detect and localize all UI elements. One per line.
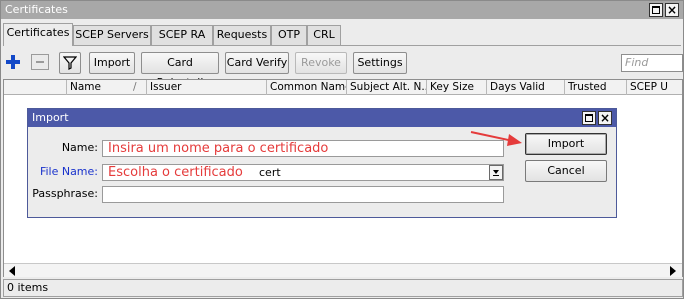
column-header-subject-alt-name[interactable]: Subject Alt. N... [346, 80, 426, 95]
passphrase-field[interactable] [102, 186, 504, 203]
restore-icon[interactable] [582, 111, 596, 125]
minus-icon[interactable] [31, 54, 49, 70]
certificates-window: Certificates × Certificates SCEP Servers… [0, 0, 684, 299]
column-header-trusted[interactable]: Trusted [564, 80, 626, 95]
tab-certificates[interactable]: Certificates [3, 23, 73, 46]
window-title: Certificates [5, 3, 68, 16]
card-reinstall-button[interactable]: Card Reinstall [141, 52, 219, 89]
revoke-button[interactable]: Revoke [295, 52, 347, 74]
dropdown-arrow-icon[interactable] [489, 165, 503, 180]
import-button[interactable]: Import [89, 52, 135, 74]
find-input[interactable]: Find [621, 54, 683, 72]
column-header-issuer[interactable]: Issuer [146, 80, 266, 95]
tab-scep-ra[interactable]: SCEP RA [151, 25, 213, 45]
status-bar: 0 items [3, 279, 683, 297]
toolbar: Import Card Reinstall Card Verify Revoke… [3, 45, 683, 89]
close-icon[interactable]: × [665, 3, 679, 17]
import-dialog-title: Import [32, 111, 69, 124]
file-hint-annotation: Escolha o certificado [108, 165, 243, 180]
import-dialog-titlebar[interactable]: Import × [28, 109, 616, 127]
file-name-label: File Name: [39, 165, 98, 178]
close-icon[interactable]: × [598, 111, 612, 125]
dialog-import-button[interactable]: Import [525, 133, 607, 155]
plus-icon[interactable] [5, 54, 21, 70]
window-titlebar[interactable]: Certificates × [1, 1, 683, 19]
column-header-name[interactable]: Name / [66, 80, 146, 95]
name-label: Name: [61, 141, 98, 154]
filter-icon [62, 56, 78, 70]
tab-otp[interactable]: OTP [271, 25, 307, 45]
restore-icon[interactable] [649, 3, 663, 17]
card-verify-button[interactable]: Card Verify [225, 52, 289, 74]
tab-scep-servers[interactable]: SCEP Servers [73, 25, 151, 45]
file-name-value: cert [259, 166, 281, 179]
name-hint-annotation: Insira um nome para o certificado [108, 141, 329, 156]
column-header-key-size[interactable]: Key Size [426, 80, 486, 95]
column-header-common-name[interactable]: Common Name [266, 80, 346, 95]
settings-button[interactable]: Settings [353, 52, 407, 74]
passphrase-label: Passphrase: [32, 187, 98, 200]
scroll-left-icon[interactable] [9, 266, 15, 276]
sort-indicator: / [133, 81, 137, 93]
column-header-blank[interactable] [4, 80, 66, 95]
scroll-right-icon[interactable] [670, 266, 676, 276]
column-header-scep-url[interactable]: SCEP U [626, 80, 682, 95]
tab-requests[interactable]: Requests [213, 25, 271, 45]
filter-button[interactable] [59, 52, 81, 74]
horizontal-scrollbar[interactable] [4, 263, 682, 277]
table-header: Name / Issuer Common Name Subject Alt. N… [4, 80, 682, 95]
dialog-cancel-button[interactable]: Cancel [525, 160, 607, 182]
column-header-days-valid[interactable]: Days Valid [486, 80, 564, 95]
tab-crl[interactable]: CRL [307, 25, 341, 45]
import-dialog: Import × Name: Insira um nome para o cer… [27, 108, 617, 218]
